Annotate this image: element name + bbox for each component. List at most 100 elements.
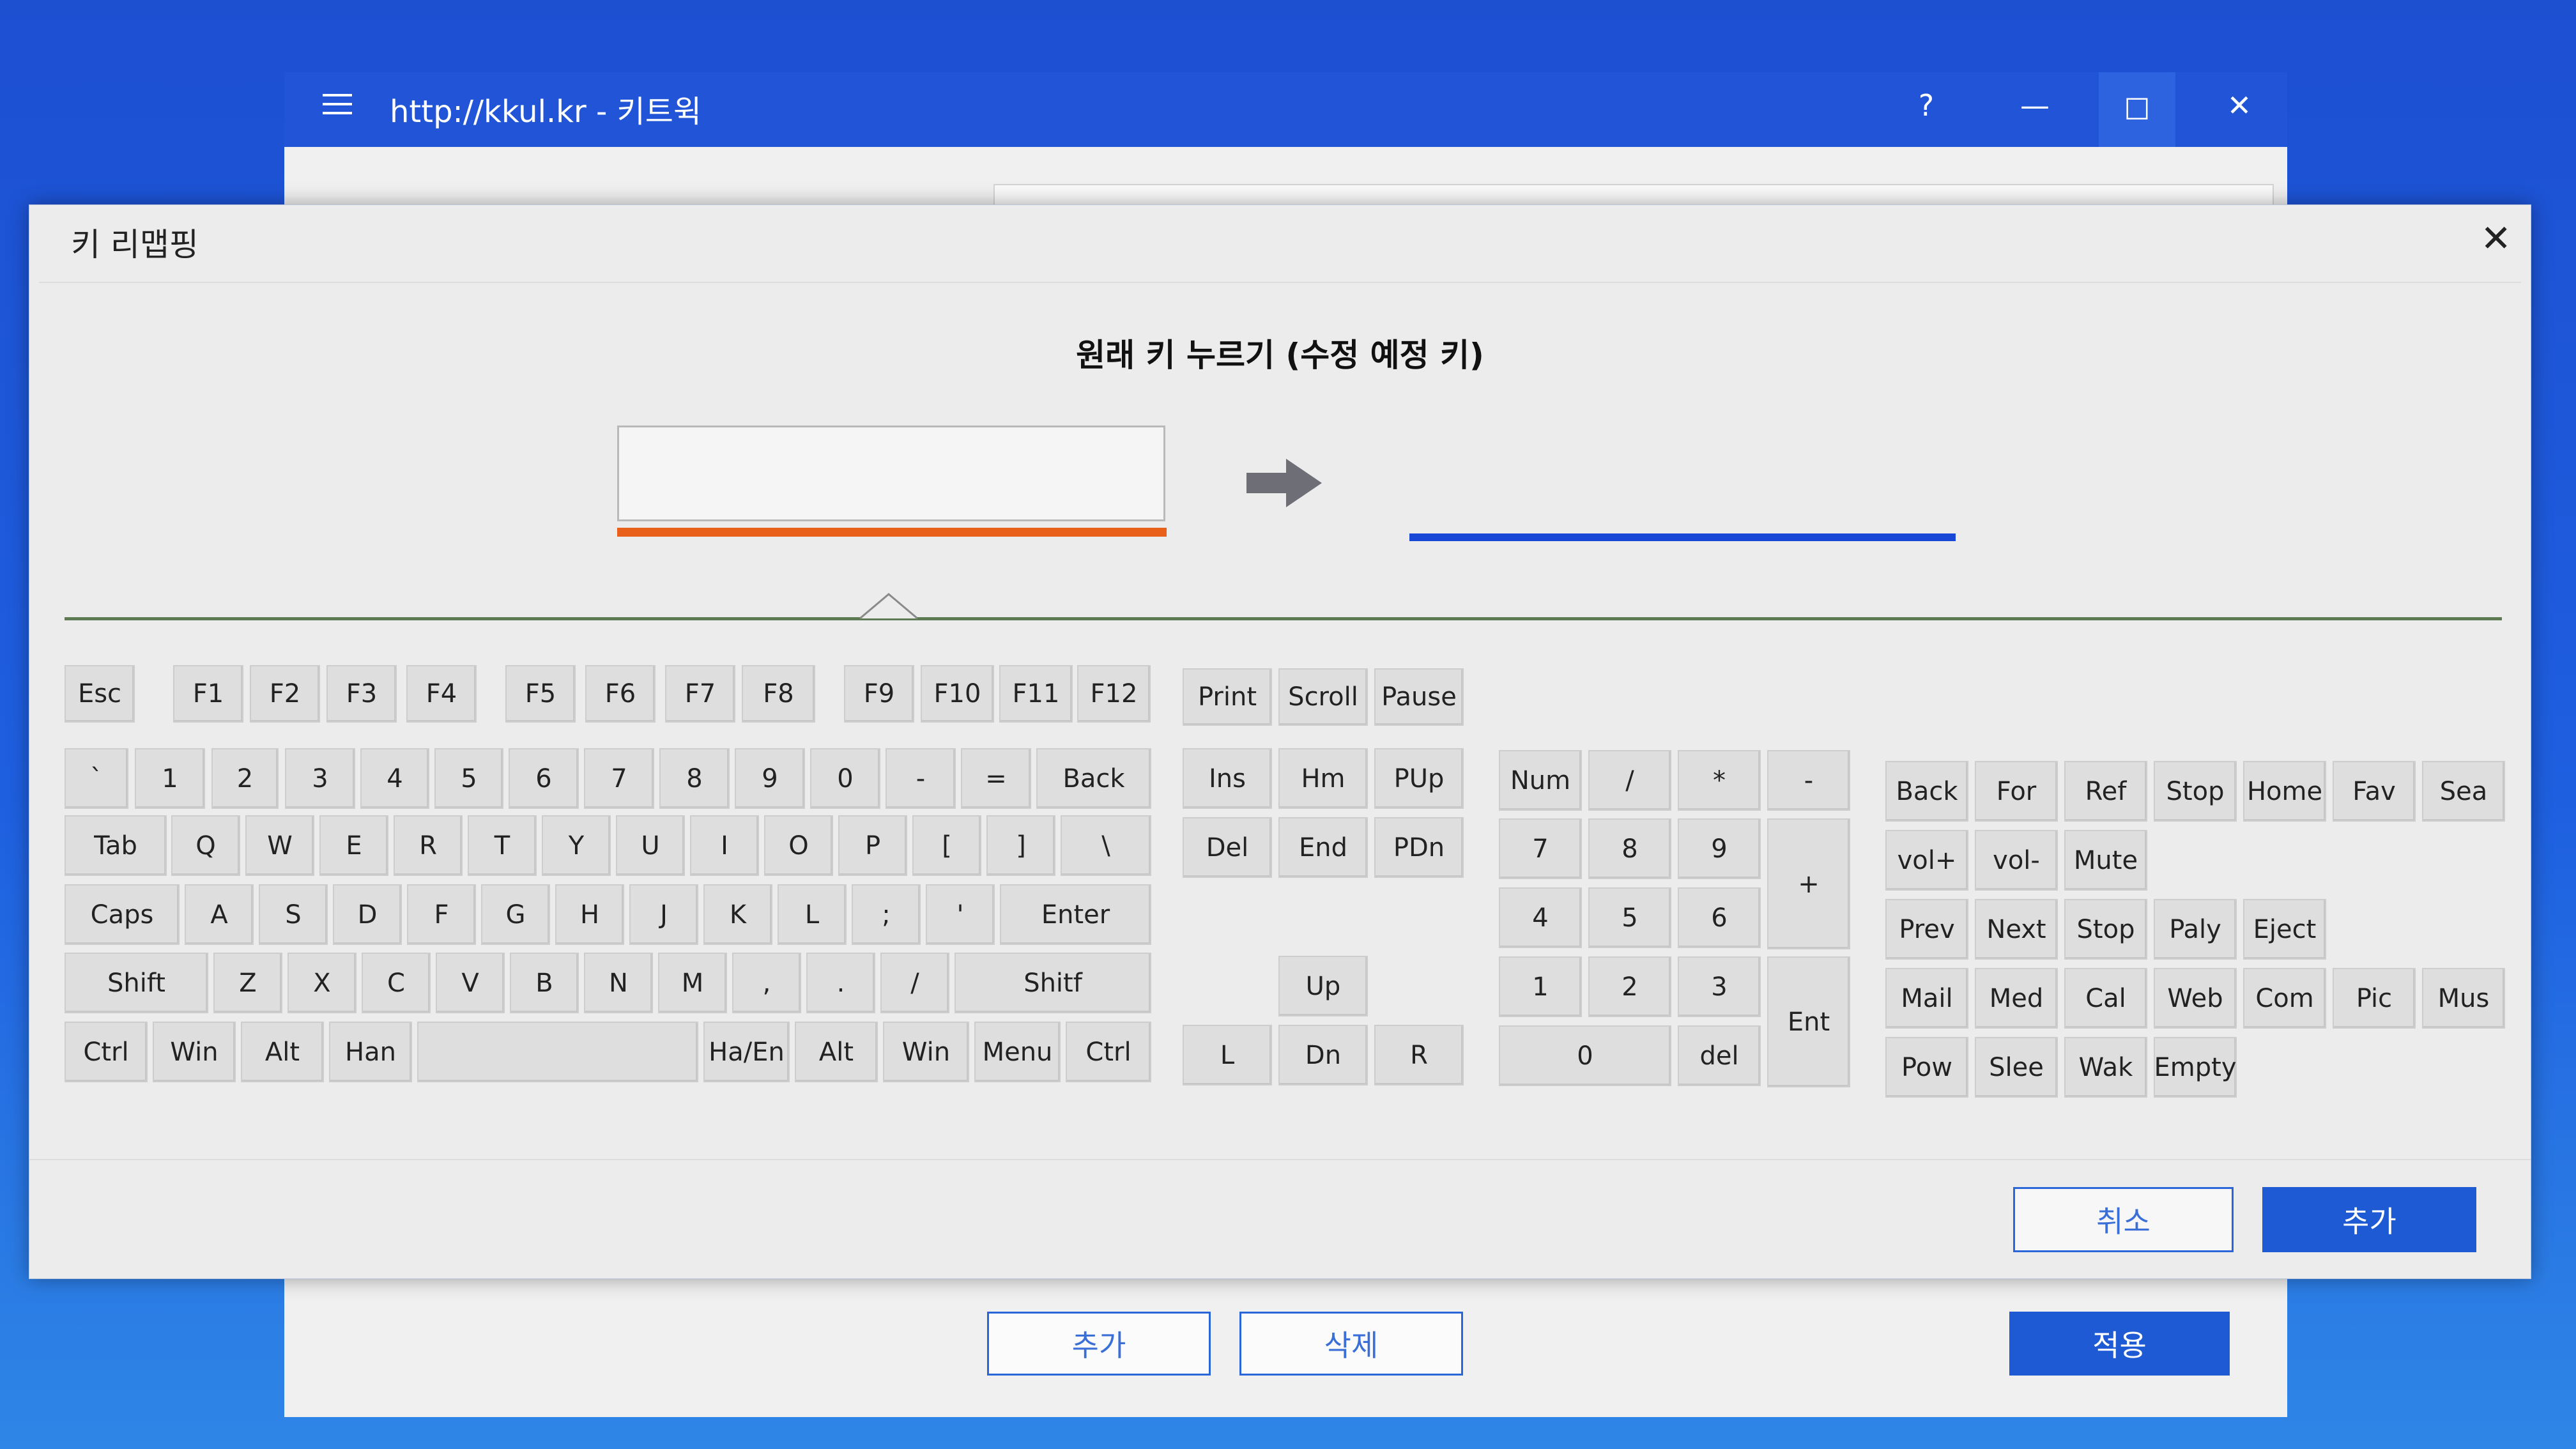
key-numpad-3[interactable]: 3: [1678, 956, 1761, 1017]
key-a[interactable]: A: [185, 884, 254, 945]
key-w[interactable]: W: [245, 815, 314, 876]
key-o[interactable]: O: [764, 815, 833, 876]
key-numpad-enter[interactable]: Ent: [1767, 956, 1850, 1087]
key-s[interactable]: S: [259, 884, 328, 945]
key-p[interactable]: P: [838, 815, 907, 876]
key-ha-en[interactable]: Ha/En: [703, 1022, 790, 1082]
app-apply-button[interactable]: 적용: [2009, 1312, 2230, 1376]
key-media-next[interactable]: Next: [1975, 899, 2058, 960]
key-f8[interactable]: F8: [742, 665, 815, 723]
app-add-button[interactable]: 추가: [987, 1312, 1211, 1376]
key-arrow-up[interactable]: Up: [1278, 956, 1368, 1016]
key-right-ctrl[interactable]: Ctrl: [1066, 1022, 1151, 1082]
key-g[interactable]: G: [481, 884, 550, 945]
key-media-stop[interactable]: Stop: [2064, 899, 2147, 960]
key-arrow-down[interactable]: Dn: [1278, 1025, 1368, 1085]
key-j[interactable]: J: [629, 884, 698, 945]
key-period[interactable]: .: [806, 953, 875, 1013]
minimize-button[interactable]: —: [1997, 88, 2073, 123]
key-z[interactable]: Z: [213, 953, 282, 1013]
key-empty[interactable]: Empty: [2154, 1037, 2237, 1098]
key-launch-media[interactable]: Med: [1975, 968, 2058, 1029]
target-key-underline[interactable]: [1409, 533, 1956, 541]
key-f2[interactable]: F2: [250, 665, 320, 723]
key-h[interactable]: H: [555, 884, 624, 945]
key-n[interactable]: N: [584, 953, 653, 1013]
key-numpad-decimal[interactable]: del: [1678, 1025, 1761, 1086]
key-minus[interactable]: -: [885, 748, 956, 809]
key-power[interactable]: Pow: [1885, 1037, 1968, 1098]
key-v[interactable]: V: [436, 953, 505, 1013]
key-f1[interactable]: F1: [173, 665, 243, 723]
key-6[interactable]: 6: [509, 748, 579, 809]
key-wake[interactable]: Wak: [2064, 1037, 2147, 1098]
key-right-alt[interactable]: Alt: [795, 1022, 878, 1082]
key-numpad-9[interactable]: 9: [1678, 818, 1761, 879]
dialog-close-button[interactable]: ✕: [2480, 217, 2511, 260]
app-delete-button[interactable]: 삭제: [1239, 1312, 1463, 1376]
key-enter[interactable]: Enter: [1000, 884, 1151, 945]
key-1[interactable]: 1: [135, 748, 205, 809]
key-numpad-subtract[interactable]: -: [1767, 750, 1850, 811]
key-page-up[interactable]: PUp: [1374, 748, 1464, 809]
key-left-shift[interactable]: Shift: [65, 953, 208, 1013]
key-launch-music[interactable]: Mus: [2422, 968, 2505, 1029]
key-f9[interactable]: F9: [844, 665, 914, 723]
key-insert[interactable]: Ins: [1183, 748, 1272, 809]
key-launch-web[interactable]: Web: [2154, 968, 2237, 1029]
key-2[interactable]: 2: [211, 748, 279, 809]
key-8[interactable]: 8: [659, 748, 730, 809]
key-quote[interactable]: ': [926, 884, 995, 945]
key-num-lock[interactable]: Num: [1499, 750, 1582, 811]
key-4[interactable]: 4: [360, 748, 429, 809]
key-numpad-multiply[interactable]: *: [1678, 750, 1761, 811]
key-home[interactable]: Hm: [1278, 748, 1368, 809]
key-browser-home[interactable]: Home: [2243, 761, 2326, 822]
key-launch-calculator[interactable]: Cal: [2064, 968, 2147, 1029]
key-f5[interactable]: F5: [505, 665, 576, 723]
key-numpad-divide[interactable]: /: [1588, 750, 1671, 811]
key-caps-lock[interactable]: Caps: [65, 884, 180, 945]
key-arrow-left[interactable]: L: [1183, 1025, 1272, 1085]
key-han[interactable]: Han: [329, 1022, 412, 1082]
key-l[interactable]: L: [778, 884, 847, 945]
key-f7[interactable]: F7: [665, 665, 735, 723]
key-volume-mute[interactable]: Mute: [2064, 830, 2147, 891]
key-browser-forward[interactable]: For: [1975, 761, 2058, 822]
window-close-button[interactable]: ✕: [2201, 88, 2278, 123]
cancel-button[interactable]: 취소: [2013, 1187, 2234, 1252]
key-launch-computer[interactable]: Com: [2243, 968, 2326, 1029]
key-t[interactable]: T: [468, 815, 537, 876]
key-slash[interactable]: /: [880, 953, 949, 1013]
key-numpad-5[interactable]: 5: [1588, 887, 1671, 948]
key-d[interactable]: D: [333, 884, 402, 945]
key-browser-refresh[interactable]: Ref: [2064, 761, 2147, 822]
key-f4[interactable]: F4: [406, 665, 477, 723]
key-5[interactable]: 5: [434, 748, 503, 809]
help-button[interactable]: ?: [1888, 88, 1965, 123]
key-i[interactable]: I: [690, 815, 759, 876]
key-browser-search[interactable]: Sea: [2422, 761, 2505, 822]
key-f12[interactable]: F12: [1077, 665, 1151, 723]
key-k[interactable]: K: [703, 884, 772, 945]
key-menu[interactable]: Menu: [974, 1022, 1061, 1082]
key-c[interactable]: C: [362, 953, 431, 1013]
key-y[interactable]: Y: [542, 815, 611, 876]
key-left-win[interactable]: Win: [153, 1022, 236, 1082]
key-x[interactable]: X: [288, 953, 356, 1013]
key-backspace[interactable]: Back: [1036, 748, 1151, 809]
key-right-bracket[interactable]: ]: [986, 815, 1055, 876]
key-arrow-right[interactable]: R: [1374, 1025, 1464, 1085]
key-left-ctrl[interactable]: Ctrl: [65, 1022, 148, 1082]
key-comma[interactable]: ,: [732, 953, 801, 1013]
key-numpad-1[interactable]: 1: [1499, 956, 1582, 1017]
key-end[interactable]: End: [1278, 817, 1368, 878]
maximize-button[interactable]: ☐: [2099, 72, 2175, 147]
add-remap-button[interactable]: 추가: [2262, 1187, 2476, 1252]
key-f3[interactable]: F3: [326, 665, 397, 723]
key-media-prev[interactable]: Prev: [1885, 899, 1968, 960]
key-f10[interactable]: F10: [921, 665, 994, 723]
key-browser-favorites[interactable]: Fav: [2333, 761, 2416, 822]
key-right-shift[interactable]: Shitf: [954, 953, 1151, 1013]
key-delete[interactable]: Del: [1183, 817, 1272, 878]
